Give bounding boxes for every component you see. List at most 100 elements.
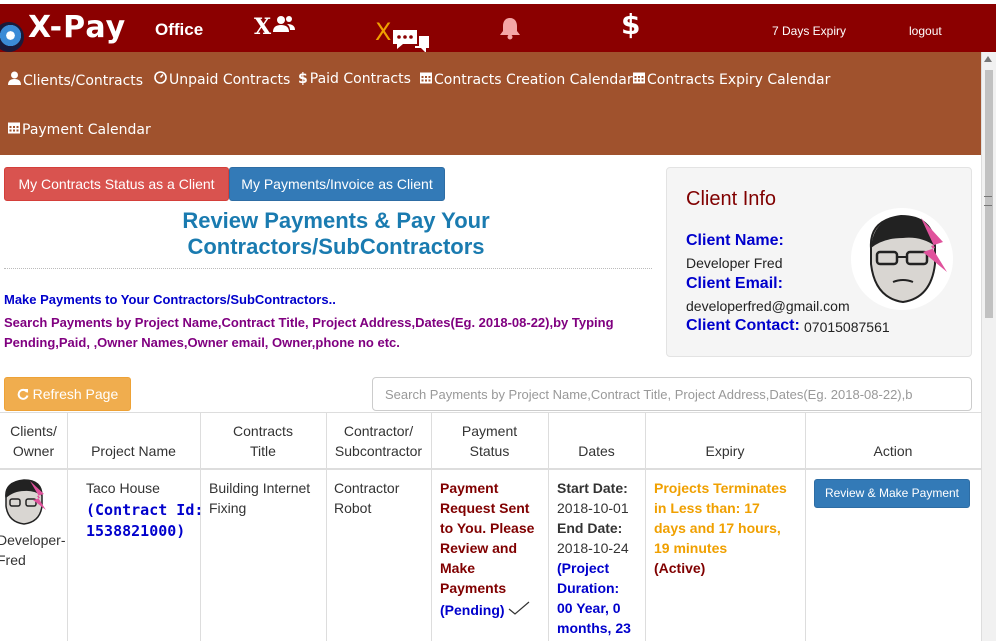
secondary-navbar (0, 52, 981, 155)
duration-line: Duration: (557, 580, 620, 596)
contract-title-line: Fixing (209, 500, 247, 516)
nav-label: Unpaid Contracts (169, 72, 291, 88)
column-header-owner: Clients/Owner (0, 412, 67, 469)
nav-paid-contracts[interactable]: $ Paid Contracts (298, 71, 411, 87)
header-line: Status (469, 442, 510, 459)
nav-label: Contracts Expiry Calendar (647, 72, 831, 88)
status-line: Payments (440, 580, 507, 596)
nav-creation-calendar[interactable]: Contracts Creation Calendar (420, 71, 633, 88)
nav-label: Contracts Creation Calendar (434, 72, 633, 88)
start-date-label: Start Date: (557, 480, 628, 496)
nav-label: Clients/Contracts (23, 73, 144, 89)
contractor-cell: Contractor Robot (334, 478, 399, 518)
project-name-cell: Taco House (Contract Id: 1538821000) (86, 478, 203, 542)
calendar-icon (8, 121, 20, 138)
x-chat-link[interactable]: X (375, 16, 435, 56)
status-badge-row: (Pending) (440, 600, 534, 620)
user-icon (8, 71, 21, 89)
client-email-label: Client Email: (686, 275, 783, 292)
calendar-icon (633, 71, 645, 88)
duration-line: months, 23 (557, 620, 631, 636)
column-header-action: Action (805, 412, 981, 469)
status-line: Review and (440, 540, 518, 556)
dollar-icon: $ (298, 71, 308, 87)
page-title: Review Payments & Pay Your Contractors/S… (150, 208, 522, 260)
contract-title-line: Building Internet (209, 480, 311, 496)
client-avatar (851, 208, 953, 310)
column-header-contractor: Contractor/Subcontractor (326, 412, 431, 469)
header-line: Clients/ (10, 422, 57, 439)
x-letter: X (254, 14, 272, 40)
column-header-project-name: Project Name (67, 412, 200, 469)
search-hint: Search Payments by Project Name,Contract… (4, 315, 614, 350)
scrollbar-thumb[interactable] (985, 70, 993, 318)
end-date: 2018-10-24 (557, 540, 629, 556)
page-title-line-2: Contractors/SubContractors (187, 234, 485, 259)
nav-unpaid-contracts[interactable]: Unpaid Contracts (154, 71, 290, 88)
client-contact-value: 07015087561 (804, 319, 890, 335)
contractor-line: Contractor (334, 480, 400, 496)
owner-name: Developer- Fred (0, 530, 65, 570)
eye-logo-icon (0, 22, 24, 52)
owner-name-line: Fred (0, 552, 26, 568)
office-link[interactable]: Office (155, 20, 203, 40)
contract-id-line: (Contract Id: (86, 501, 204, 519)
bell-icon[interactable] (499, 16, 521, 45)
column-header-expiry: Expiry (645, 412, 805, 469)
header-line: Title (250, 442, 276, 459)
nav-payment-calendar[interactable]: Payment Calendar (8, 121, 151, 138)
client-name-value: Developer Fred (686, 255, 783, 271)
refresh-page-button[interactable]: Refresh Page (4, 377, 131, 411)
search-input[interactable] (372, 377, 972, 411)
expiry-cell: Projects Terminates in Less than: 17 day… (654, 478, 787, 578)
owner-name-line: Developer- (0, 532, 66, 548)
expiry-notice[interactable]: 7 Days Expiry (772, 24, 846, 38)
expiry-line: 19 minutes (654, 540, 728, 556)
nav-label: Payment Calendar (22, 122, 151, 138)
column-header-dates: Dates (548, 412, 645, 469)
page-description: Make Payments to Your Contractors/SubCon… (4, 292, 336, 307)
duration-line: (Project (557, 560, 610, 576)
expiry-state: (Active) (654, 560, 706, 576)
contractor-line: Robot (334, 500, 372, 516)
status-line: Payment (440, 480, 499, 496)
project-name: Taco House (86, 480, 160, 496)
users-icon (273, 16, 296, 32)
status-badge: (Pending) (440, 602, 505, 618)
status-line: to You. Please (440, 520, 535, 536)
check-icon (508, 601, 530, 618)
column-header-payment-status: Payment Status (431, 412, 548, 469)
dollar-link[interactable]: $ (621, 8, 640, 41)
contract-id-line: 1538821000) (86, 522, 186, 540)
nav-clients-contracts[interactable]: Clients/Contracts (8, 71, 143, 89)
x-users-link[interactable]: X (254, 14, 296, 40)
page-title-line-1: Review Payments & Pay Your (182, 208, 490, 233)
status-line: Request Sent (440, 500, 530, 516)
nav-label: Paid Contracts (309, 71, 411, 87)
contract-id: (Contract Id: 1538821000) (86, 500, 203, 542)
client-contact-label: Client Contact: (686, 317, 800, 334)
my-contracts-status-button[interactable]: My Contracts Status as a Client (4, 167, 229, 201)
client-name-label: Client Name: (686, 232, 784, 249)
refresh-icon (17, 386, 33, 402)
header-line: Action (873, 442, 913, 459)
review-make-payment-button[interactable]: Review & Make Payment (814, 479, 970, 508)
nav-expiry-calendar[interactable]: Contracts Expiry Calendar (633, 71, 830, 88)
header-line: Contracts (233, 422, 293, 439)
expiry-line: days and 17 hours, (654, 520, 781, 536)
dates-cell: Start Date: 2018-10-01 End Date: 2018-10… (557, 478, 631, 638)
header-line: Dates (578, 442, 615, 459)
brand-logo[interactable]: X-Pay (0, 10, 130, 52)
scroll-up-arrow-icon[interactable] (984, 56, 992, 62)
brand-name: X-Pay (28, 10, 127, 45)
dashboard-icon (154, 71, 167, 88)
expiry-line: Projects Terminates (654, 480, 787, 496)
start-date: 2018-10-01 (557, 500, 629, 516)
refresh-label: Refresh Page (32, 386, 119, 402)
header-line: Expiry (705, 442, 745, 459)
my-payments-invoice-button[interactable]: My Payments/Invoice as Client (229, 167, 445, 201)
end-date-label: End Date: (557, 520, 623, 536)
duration-line: 00 Year, 0 (557, 600, 621, 616)
contract-title-cell: Building Internet Fixing (209, 478, 310, 518)
logout-link[interactable]: logout (909, 24, 942, 38)
